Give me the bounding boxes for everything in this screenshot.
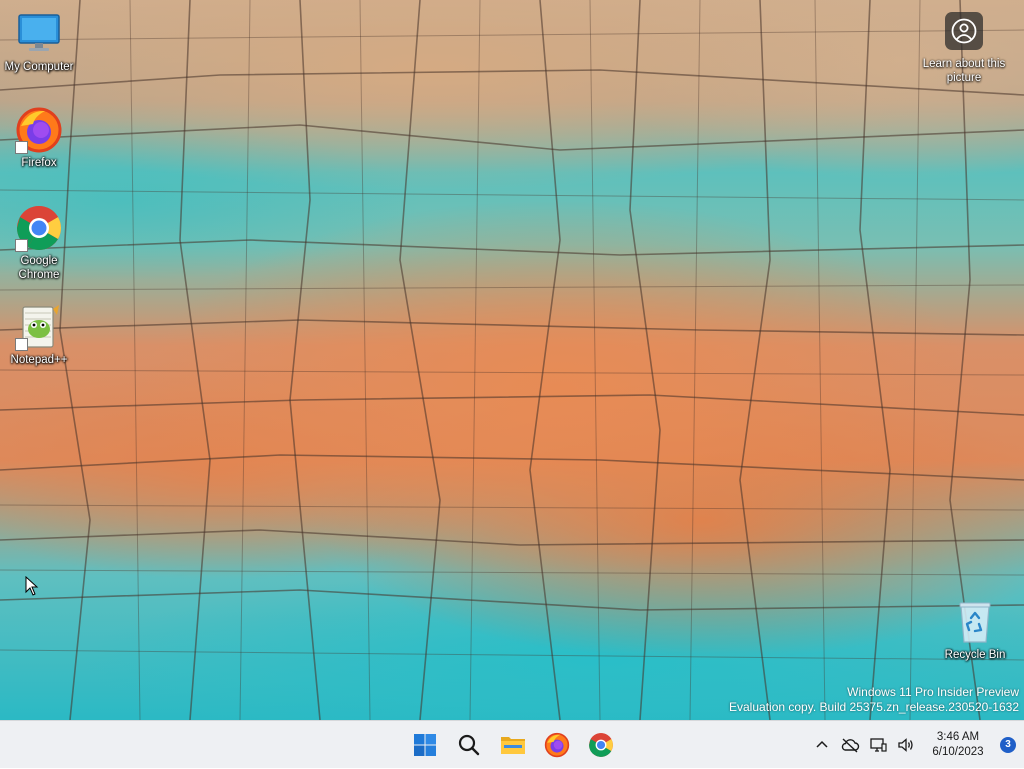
desktop-icon-my-computer[interactable]: My Computer [1, 10, 77, 74]
chrome-icon [15, 204, 63, 252]
desktop-icon-notepad-plus-plus[interactable]: Notepad++ [1, 303, 77, 367]
volume-tray-button[interactable] [892, 725, 920, 765]
windows-logo-icon [414, 734, 436, 756]
wallpaper [0, 0, 1024, 720]
onedrive-tray-button[interactable] [836, 725, 864, 765]
search-icon [458, 734, 480, 756]
firefox-icon [544, 732, 570, 758]
learn-about-picture[interactable]: Learn about this picture [918, 12, 1010, 85]
search-button[interactable] [449, 725, 489, 765]
shortcut-arrow-icon [15, 239, 28, 252]
desktop-icon-recycle-bin[interactable]: Recycle Bin [937, 598, 1013, 662]
start-button[interactable] [405, 725, 445, 765]
camera-spotlight-icon [945, 12, 983, 50]
desktop-icon-label: Google Chrome [18, 255, 60, 281]
notification-center-button[interactable]: 3 [992, 725, 1024, 765]
mouse-cursor-icon [25, 575, 39, 601]
speaker-icon [898, 738, 913, 752]
shortcut-arrow-icon [15, 141, 28, 154]
show-hidden-icons-button[interactable] [808, 725, 836, 765]
firefox-icon [15, 106, 63, 154]
file-explorer-button[interactable] [493, 725, 533, 765]
cloud-off-icon [841, 738, 860, 753]
desktop-icon-label: Firefox [21, 157, 57, 169]
recycle-bin-icon [951, 598, 999, 646]
monitor-icon [15, 10, 63, 58]
folder-icon [501, 737, 525, 754]
desktop-icon-label: My Computer [4, 61, 74, 73]
watermark-edition: Windows 11 Pro Insider Preview [847, 685, 1019, 699]
learn-about-picture-label: Learn about this picture [922, 58, 1006, 84]
network-icon [870, 738, 887, 752]
desktop[interactable]: My Computer Firefox Google Chrome Notepa… [0, 0, 1024, 720]
firefox-taskbar-button[interactable] [537, 725, 577, 765]
network-tray-button[interactable] [864, 725, 892, 765]
shortcut-arrow-icon [15, 338, 28, 351]
desktop-icon-google-chrome[interactable]: Google Chrome [1, 204, 77, 282]
taskbar: 3:46 AM 6/10/2023 3 [0, 720, 1024, 768]
build-watermark: Windows 11 Pro Insider Preview Evaluatio… [729, 685, 1019, 715]
notification-badge: 3 [1000, 737, 1016, 753]
system-tray: 3:46 AM 6/10/2023 3 [808, 721, 1024, 769]
desktop-icon-firefox[interactable]: Firefox [1, 106, 77, 170]
clock-date: 6/10/2023 [932, 746, 984, 758]
watermark-build: Evaluation copy. Build 25375.zn_release.… [729, 700, 1019, 714]
desktop-icon-label: Notepad++ [10, 354, 68, 366]
chevron-up-icon [816, 740, 828, 748]
chrome-icon [589, 733, 613, 757]
clock-time: 3:46 AM [936, 731, 980, 743]
taskbar-pinned-apps [405, 721, 621, 769]
notepadpp-icon [15, 303, 63, 351]
taskbar-clock[interactable]: 3:46 AM 6/10/2023 [924, 730, 992, 760]
chrome-taskbar-button[interactable] [581, 725, 621, 765]
desktop-icon-label: Recycle Bin [944, 649, 1006, 661]
